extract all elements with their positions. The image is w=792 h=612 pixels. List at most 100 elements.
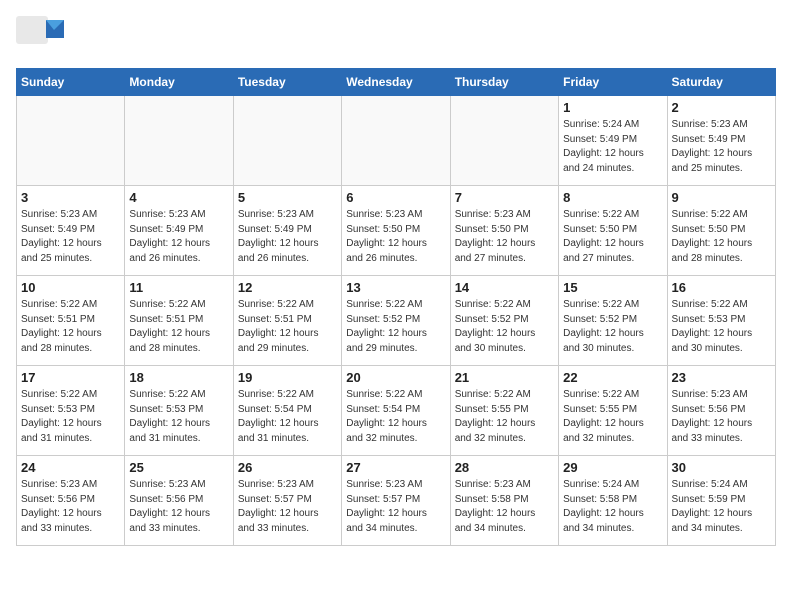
calendar-week-3: 17Sunrise: 5:22 AM Sunset: 5:53 PM Dayli…	[17, 366, 776, 456]
calendar-cell: 12 Sunrise: 5:22 AM Sunset: 5:51 PM Dayli…	[233, 276, 341, 366]
day-info: Sunrise: 5:23 AM Sunset: 5:58 PM Dayligh…	[455, 478, 554, 536]
day-info: Sunrise: 5:23 AM Sunset: 5:50 PM Dayligh…	[346, 208, 445, 266]
calendar-cell: 20 Sunrise: 5:22 AM Sunset: 5:54 PM Dayli…	[342, 366, 450, 456]
day-info: Sunrise: 5:23 AM Sunset: 5:57 PM Dayligh…	[346, 478, 445, 536]
day-number: 21	[455, 370, 554, 385]
day-number: 11	[129, 280, 228, 295]
day-info: Sunrise: 5:24 AM Sunset: 5:59 PM Dayligh…	[672, 478, 771, 536]
calendar-cell: 9Sunrise: 5:22 AM Sunset: 5:50 PM Daylig…	[667, 186, 775, 276]
page-header	[16, 16, 776, 56]
day-info: Sunrise: 5:22 AM Sunset: 5:55 PM Dayligh…	[455, 388, 554, 446]
day-info: Sunrise: 5:23 AM Sunset: 5:56 PM Dayligh…	[672, 388, 771, 446]
calendar-cell: 3 Sunrise: 5:23 AM Sunset: 5:49 PM Daylig…	[17, 186, 125, 276]
calendar-cell: 23 Sunrise: 5:23 AM Sunset: 5:56 PM Dayli…	[667, 366, 775, 456]
day-info: Sunrise: 5:23 AM Sunset: 5:49 PM Dayligh…	[238, 208, 337, 266]
day-info: Sunrise: 5:23 AM Sunset: 5:57 PM Dayligh…	[238, 478, 337, 536]
day-number: 16	[672, 280, 771, 295]
day-info: Sunrise: 5:22 AM Sunset: 5:52 PM Dayligh…	[563, 298, 662, 356]
day-info: Sunrise: 5:22 AM Sunset: 5:54 PM Dayligh…	[238, 388, 337, 446]
calendar-cell: 26 Sunrise: 5:23 AM Sunset: 5:57 PM Dayli…	[233, 456, 341, 546]
calendar-cell: 16 Sunrise: 5:22 AM Sunset: 5:53 PM Dayli…	[667, 276, 775, 366]
calendar-week-0: 1Sunrise: 5:24 AM Sunset: 5:49 PM Daylig…	[17, 96, 776, 186]
day-info: Sunrise: 5:22 AM Sunset: 5:51 PM Dayligh…	[21, 298, 120, 356]
day-info: Sunrise: 5:22 AM Sunset: 5:53 PM Dayligh…	[672, 298, 771, 356]
calendar-cell: 18 Sunrise: 5:22 AM Sunset: 5:53 PM Dayli…	[125, 366, 233, 456]
calendar: SundayMondayTuesdayWednesdayThursdayFrid…	[16, 68, 776, 546]
day-number: 2	[672, 100, 771, 115]
day-info: Sunrise: 5:24 AM Sunset: 5:58 PM Dayligh…	[563, 478, 662, 536]
day-number: 10	[21, 280, 120, 295]
calendar-cell	[17, 96, 125, 186]
day-number: 22	[563, 370, 662, 385]
calendar-cell: 13 Sunrise: 5:22 AM Sunset: 5:52 PM Dayli…	[342, 276, 450, 366]
calendar-cell: 28 Sunrise: 5:23 AM Sunset: 5:58 PM Dayli…	[450, 456, 558, 546]
calendar-cell: 6Sunrise: 5:23 AM Sunset: 5:50 PM Daylig…	[342, 186, 450, 276]
day-number: 12	[238, 280, 337, 295]
day-number: 23	[672, 370, 771, 385]
calendar-cell: 1Sunrise: 5:24 AM Sunset: 5:49 PM Daylig…	[559, 96, 667, 186]
day-number: 28	[455, 460, 554, 475]
day-info: Sunrise: 5:22 AM Sunset: 5:54 PM Dayligh…	[346, 388, 445, 446]
weekday-header-friday: Friday	[559, 69, 667, 96]
calendar-cell: 21 Sunrise: 5:22 AM Sunset: 5:55 PM Dayli…	[450, 366, 558, 456]
weekday-header-sunday: Sunday	[17, 69, 125, 96]
day-info: Sunrise: 5:22 AM Sunset: 5:51 PM Dayligh…	[238, 298, 337, 356]
day-number: 18	[129, 370, 228, 385]
calendar-cell: 15 Sunrise: 5:22 AM Sunset: 5:52 PM Dayli…	[559, 276, 667, 366]
day-info: Sunrise: 5:23 AM Sunset: 5:49 PM Dayligh…	[672, 118, 771, 176]
calendar-header: SundayMondayTuesdayWednesdayThursdayFrid…	[17, 69, 776, 96]
day-info: Sunrise: 5:22 AM Sunset: 5:53 PM Dayligh…	[21, 388, 120, 446]
calendar-cell: 14 Sunrise: 5:22 AM Sunset: 5:52 PM Dayli…	[450, 276, 558, 366]
day-number: 19	[238, 370, 337, 385]
day-info: Sunrise: 5:22 AM Sunset: 5:50 PM Dayligh…	[672, 208, 771, 266]
calendar-cell	[450, 96, 558, 186]
day-number: 26	[238, 460, 337, 475]
calendar-cell: 11 Sunrise: 5:22 AM Sunset: 5:51 PM Dayli…	[125, 276, 233, 366]
day-number: 3	[21, 190, 120, 205]
weekday-header-thursday: Thursday	[450, 69, 558, 96]
calendar-cell	[125, 96, 233, 186]
weekday-header-saturday: Saturday	[667, 69, 775, 96]
calendar-cell: 27 Sunrise: 5:23 AM Sunset: 5:57 PM Dayli…	[342, 456, 450, 546]
calendar-cell: 17Sunrise: 5:22 AM Sunset: 5:53 PM Dayli…	[17, 366, 125, 456]
calendar-cell: 30 Sunrise: 5:24 AM Sunset: 5:59 PM Dayli…	[667, 456, 775, 546]
day-info: Sunrise: 5:23 AM Sunset: 5:49 PM Dayligh…	[129, 208, 228, 266]
calendar-cell: 7 Sunrise: 5:23 AM Sunset: 5:50 PM Daylig…	[450, 186, 558, 276]
day-number: 13	[346, 280, 445, 295]
calendar-week-4: 24 Sunrise: 5:23 AM Sunset: 5:56 PM Dayli…	[17, 456, 776, 546]
day-number: 30	[672, 460, 771, 475]
day-number: 4	[129, 190, 228, 205]
day-info: Sunrise: 5:22 AM Sunset: 5:52 PM Dayligh…	[455, 298, 554, 356]
calendar-cell	[233, 96, 341, 186]
day-info: Sunrise: 5:22 AM Sunset: 5:55 PM Dayligh…	[563, 388, 662, 446]
day-number: 15	[563, 280, 662, 295]
day-number: 25	[129, 460, 228, 475]
day-info: Sunrise: 5:23 AM Sunset: 5:50 PM Dayligh…	[455, 208, 554, 266]
day-number: 29	[563, 460, 662, 475]
day-info: Sunrise: 5:22 AM Sunset: 5:51 PM Dayligh…	[129, 298, 228, 356]
calendar-week-1: 3 Sunrise: 5:23 AM Sunset: 5:49 PM Daylig…	[17, 186, 776, 276]
calendar-cell: 2 Sunrise: 5:23 AM Sunset: 5:49 PM Daylig…	[667, 96, 775, 186]
day-info: Sunrise: 5:22 AM Sunset: 5:53 PM Dayligh…	[129, 388, 228, 446]
day-number: 8	[563, 190, 662, 205]
day-number: 27	[346, 460, 445, 475]
calendar-cell	[342, 96, 450, 186]
day-info: Sunrise: 5:22 AM Sunset: 5:50 PM Dayligh…	[563, 208, 662, 266]
day-info: Sunrise: 5:22 AM Sunset: 5:52 PM Dayligh…	[346, 298, 445, 356]
calendar-cell: 22 Sunrise: 5:22 AM Sunset: 5:55 PM Dayli…	[559, 366, 667, 456]
day-number: 24	[21, 460, 120, 475]
day-number: 14	[455, 280, 554, 295]
day-info: Sunrise: 5:23 AM Sunset: 5:49 PM Dayligh…	[21, 208, 120, 266]
calendar-week-2: 10 Sunrise: 5:22 AM Sunset: 5:51 PM Dayli…	[17, 276, 776, 366]
day-number: 20	[346, 370, 445, 385]
day-info: Sunrise: 5:23 AM Sunset: 5:56 PM Dayligh…	[129, 478, 228, 536]
calendar-cell: 4 Sunrise: 5:23 AM Sunset: 5:49 PM Daylig…	[125, 186, 233, 276]
calendar-cell: 10 Sunrise: 5:22 AM Sunset: 5:51 PM Dayli…	[17, 276, 125, 366]
weekday-header-monday: Monday	[125, 69, 233, 96]
day-info: Sunrise: 5:24 AM Sunset: 5:49 PM Dayligh…	[563, 118, 662, 176]
day-number: 7	[455, 190, 554, 205]
calendar-cell: 29 Sunrise: 5:24 AM Sunset: 5:58 PM Dayli…	[559, 456, 667, 546]
calendar-cell: 19 Sunrise: 5:22 AM Sunset: 5:54 PM Dayli…	[233, 366, 341, 456]
day-info: Sunrise: 5:23 AM Sunset: 5:56 PM Dayligh…	[21, 478, 120, 536]
day-number: 5	[238, 190, 337, 205]
